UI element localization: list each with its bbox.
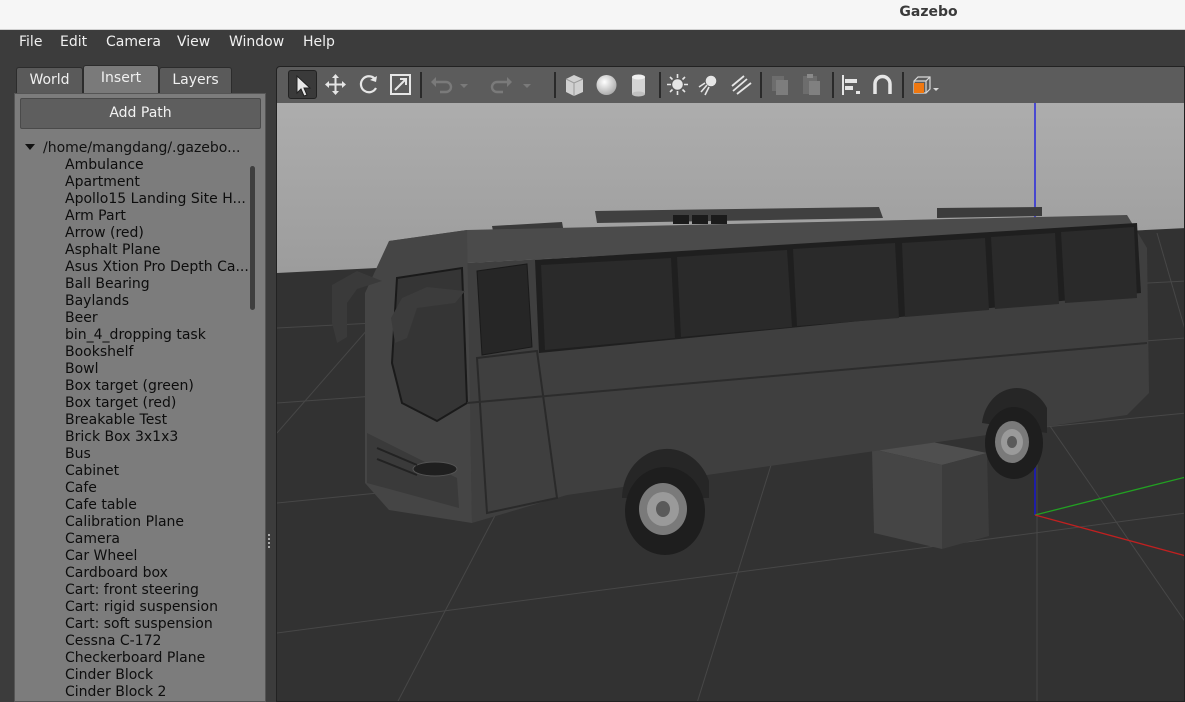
translate-mode-icon[interactable]	[321, 70, 350, 99]
model-list-item[interactable]: Calibration Plane	[65, 514, 249, 531]
menu-edit[interactable]: Edit	[60, 34, 87, 50]
sphere-shape-icon[interactable]	[592, 70, 621, 99]
model-path-label: /home/mangdang/.gazebo...	[43, 140, 241, 156]
model-list-item[interactable]: Asphalt Plane	[65, 242, 249, 259]
model-list-item[interactable]: Bus	[65, 446, 249, 463]
paste-icon[interactable]	[797, 70, 826, 99]
spot-light-icon[interactable]	[695, 70, 724, 99]
directional-light-icon[interactable]	[727, 70, 756, 99]
model-list-item[interactable]: Arrow (red)	[65, 225, 249, 242]
model-list-item[interactable]: Car Wheel	[65, 548, 249, 565]
insert-panel: Add Path /home/mangdang/.gazebo... Ambul…	[14, 93, 266, 702]
undo-icon[interactable]	[426, 70, 455, 99]
tab-world[interactable]: World	[16, 67, 83, 93]
window-title: Gazebo	[899, 4, 958, 20]
menu-window[interactable]: Window	[229, 34, 284, 50]
model-list-item[interactable]: Beer	[65, 310, 249, 327]
toolbar-separator	[832, 72, 834, 98]
snap-icon[interactable]	[868, 70, 897, 99]
scene-toolbar	[277, 67, 1184, 103]
model-list-item[interactable]: Cessna C-172	[65, 633, 249, 650]
point-light-icon[interactable]	[663, 70, 692, 99]
model-list-item[interactable]: Cart: front steering	[65, 582, 249, 599]
left-panel: World Insert Layers Add Path /home/mangd…	[0, 56, 276, 702]
align-icon[interactable]	[836, 70, 865, 99]
redo-history-icon[interactable]	[520, 70, 534, 99]
bus-rear-wheel	[985, 407, 1043, 479]
menu-file[interactable]: File	[19, 34, 42, 50]
box-model[interactable]	[872, 439, 989, 549]
model-list-item[interactable]: Arm Part	[65, 208, 249, 225]
menu-view[interactable]: View	[177, 34, 210, 50]
model-list: Ambulance Apartment Apollo15 Landing Site …	[65, 157, 249, 701]
model-tree[interactable]: /home/mangdang/.gazebo... Ambulance Apart…	[15, 140, 253, 702]
model-list-item[interactable]: bin_4_dropping task	[65, 327, 249, 344]
toolbar-separator	[554, 72, 556, 98]
undo-history-icon[interactable]	[457, 70, 471, 99]
model-list-item[interactable]: Breakable Test	[65, 412, 249, 429]
model-list-item[interactable]: Cardboard box	[65, 565, 249, 582]
model-list-item[interactable]: Box target (green)	[65, 378, 249, 395]
model-list-item[interactable]: Ball Bearing	[65, 276, 249, 293]
model-list-item[interactable]: Asus Xtion Pro Depth Ca...	[65, 259, 249, 276]
gazebo-window: Gazebo File Edit Camera View Window Help…	[0, 0, 1185, 702]
redo-icon[interactable]	[488, 70, 517, 99]
model-list-item[interactable]: Baylands	[65, 293, 249, 310]
model-path-root[interactable]: /home/mangdang/.gazebo...	[25, 140, 240, 157]
bus-front-wheel	[625, 467, 705, 555]
add-path-button[interactable]: Add Path	[20, 98, 261, 129]
toolbar-separator	[760, 72, 762, 98]
scale-mode-icon[interactable]	[386, 70, 415, 99]
copy-icon[interactable]	[765, 70, 794, 99]
box-shape-icon[interactable]	[560, 70, 589, 99]
model-list-item[interactable]: Cafe	[65, 480, 249, 497]
title-bar[interactable]: Gazebo	[0, 0, 1185, 30]
model-list-item[interactable]: Cart: rigid suspension	[65, 599, 249, 616]
tab-layers[interactable]: Layers	[159, 67, 232, 93]
cylinder-shape-icon[interactable]	[624, 70, 653, 99]
toolbar-separator	[420, 72, 422, 98]
model-list-item[interactable]: Bowl	[65, 361, 249, 378]
model-list-item[interactable]: Cinder Block 2	[65, 684, 249, 701]
model-list-item[interactable]: Apollo15 Landing Site H...	[65, 191, 249, 208]
menu-camera[interactable]: Camera	[106, 34, 161, 50]
change-view-icon[interactable]	[907, 70, 943, 99]
model-list-item[interactable]: Cinder Block	[65, 667, 249, 684]
toolbar-separator	[902, 72, 904, 98]
model-list-item[interactable]: Camera	[65, 531, 249, 548]
model-list-item[interactable]: Checkerboard Plane	[65, 650, 249, 667]
model-list-item[interactable]: Apartment	[65, 174, 249, 191]
model-list-item[interactable]: Brick Box 3x1x3	[65, 429, 249, 446]
model-list-item[interactable]: Box target (red)	[65, 395, 249, 412]
select-mode-icon[interactable]	[288, 70, 317, 99]
tab-insert[interactable]: Insert	[83, 65, 159, 94]
model-list-item[interactable]: Cabinet	[65, 463, 249, 480]
scene-3d-view[interactable]	[277, 103, 1185, 702]
expand-arrow-icon[interactable]	[25, 144, 35, 150]
panel-splitter-handle[interactable]	[268, 534, 271, 554]
toolbar-separator	[659, 72, 661, 98]
rotate-mode-icon[interactable]	[354, 70, 383, 99]
scene-viewport[interactable]	[276, 66, 1185, 702]
menu-help[interactable]: Help	[303, 34, 335, 50]
tree-scrollbar[interactable]	[250, 166, 255, 310]
menu-bar: File Edit Camera View Window Help	[0, 30, 1185, 56]
model-list-item[interactable]: Cafe table	[65, 497, 249, 514]
model-list-item[interactable]: Ambulance	[65, 157, 249, 174]
model-list-item[interactable]: Bookshelf	[65, 344, 249, 361]
model-list-item[interactable]: Cart: soft suspension	[65, 616, 249, 633]
